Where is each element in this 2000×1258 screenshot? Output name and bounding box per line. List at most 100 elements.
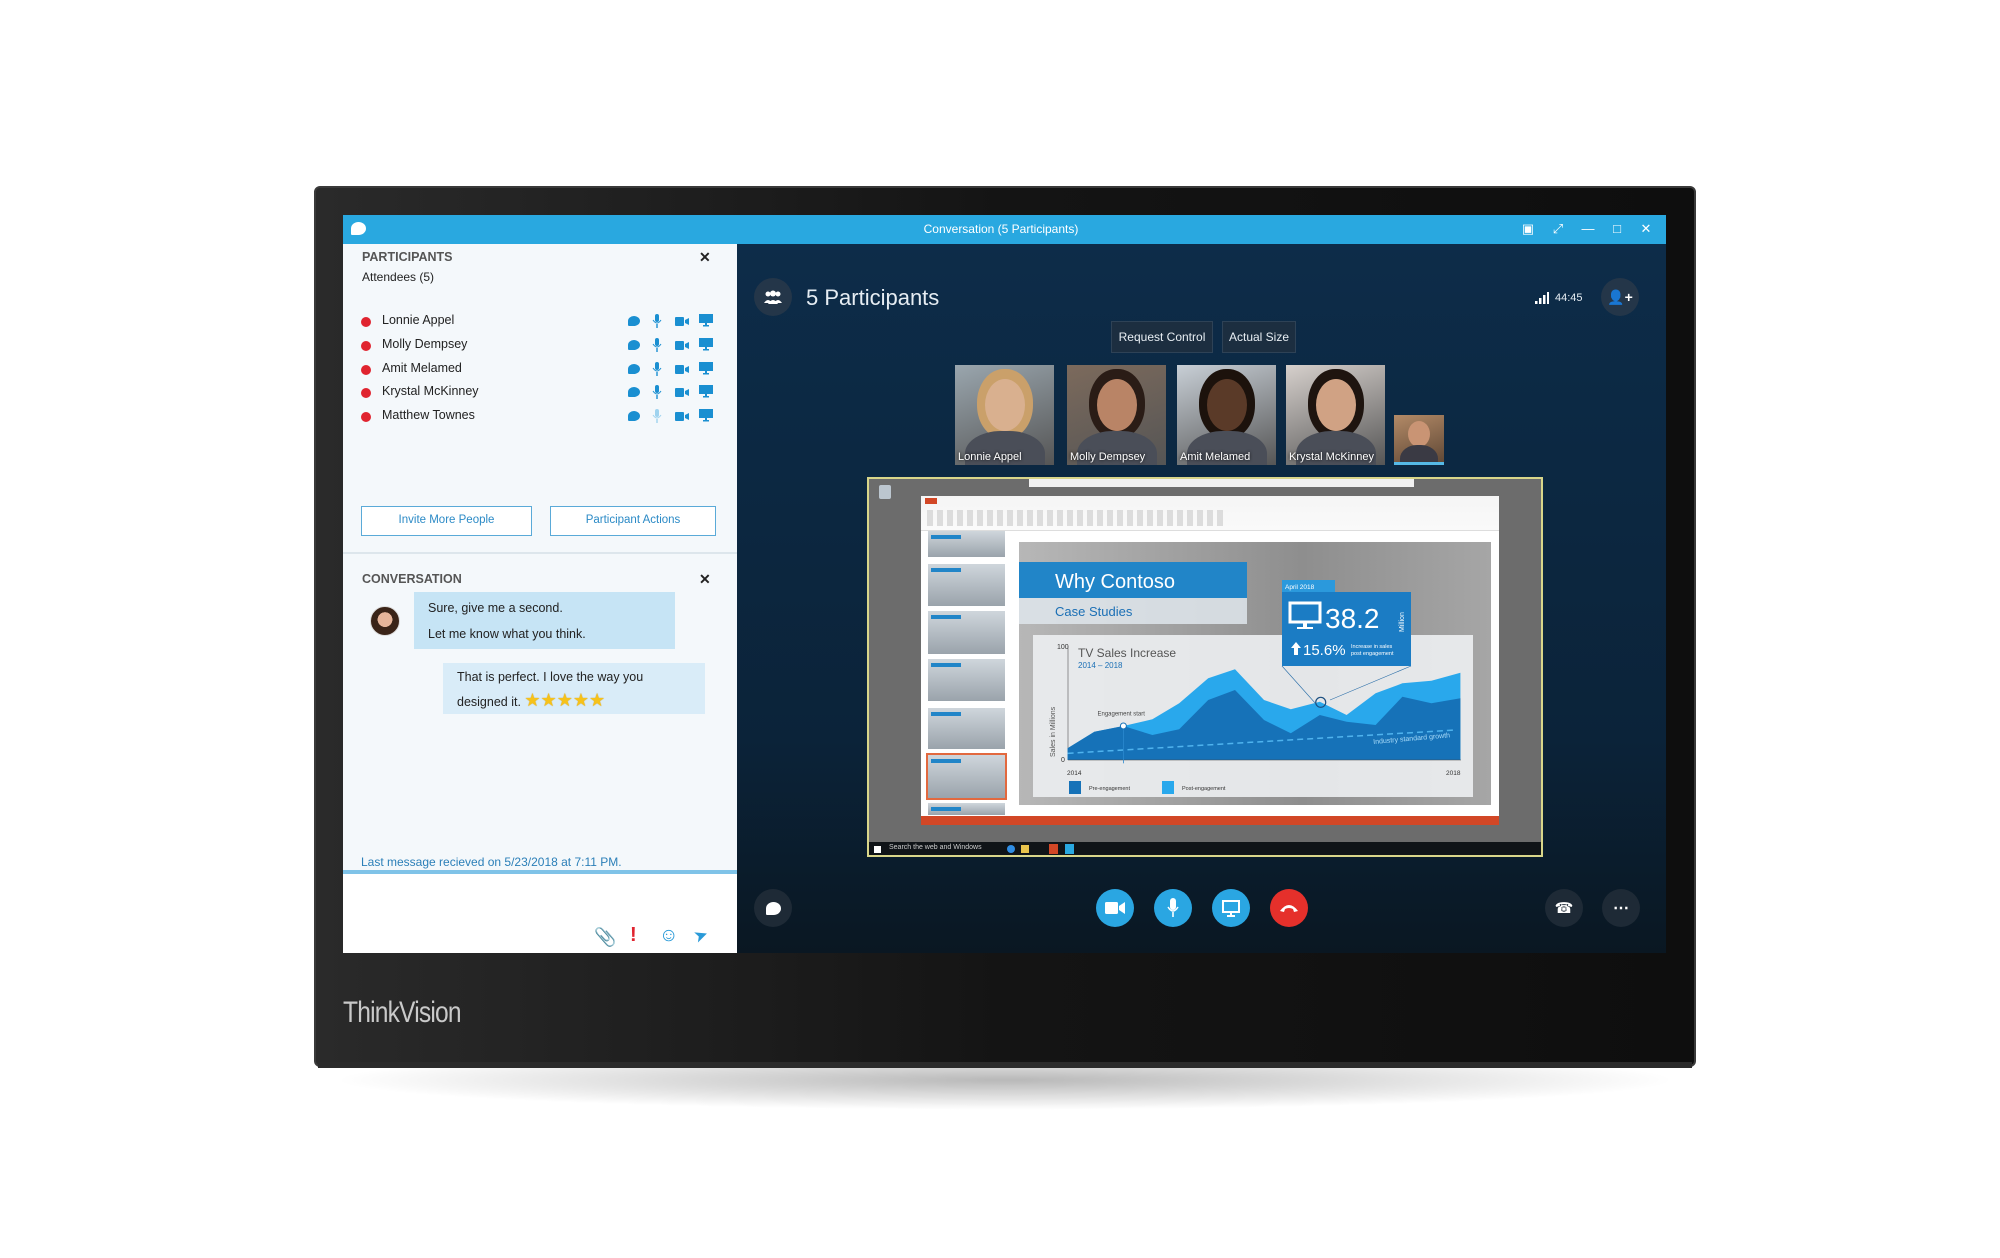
screen-share-icon[interactable] — [699, 409, 714, 423]
actual-size-button[interactable]: Actual Size — [1222, 321, 1296, 353]
call-timer: 44:45 — [1555, 292, 1583, 304]
participant-name: Krystal McKinney — [382, 384, 479, 399]
more-options-button[interactable]: ⋯ — [1602, 889, 1640, 927]
start-icon[interactable] — [874, 846, 881, 853]
minimize-icon[interactable]: — — [1580, 221, 1596, 237]
video-tile[interactable]: Lonnie Appel — [955, 365, 1054, 465]
close-conversation-icon[interactable]: ✕ — [699, 571, 711, 588]
chat-icon[interactable] — [628, 385, 642, 399]
participant-row[interactable]: Molly Dempsey — [361, 335, 721, 357]
emoji-icon[interactable]: ☺ — [659, 925, 678, 947]
stat-change: 15.6% — [1303, 642, 1346, 659]
shared-screen[interactable]: Why Contoso Case Studies TV Sales Increa… — [867, 477, 1543, 857]
video-camera-icon[interactable] — [675, 409, 690, 423]
avatar — [370, 606, 400, 636]
legend-label: Pre-engagement — [1089, 786, 1130, 792]
presence-status-icon — [361, 364, 371, 375]
slide-subtitle: Case Studies — [1055, 604, 1133, 619]
powerpoint-icon — [1049, 844, 1058, 854]
microphone-icon[interactable] — [652, 385, 666, 400]
share-screen-button[interactable] — [1212, 889, 1250, 927]
window-title: Conversation (5 Participants) — [923, 222, 1079, 236]
slide-thumbnail[interactable] — [926, 753, 1007, 800]
x-start-label: 2014 — [1067, 770, 1082, 777]
attach-icon[interactable]: 📎 — [594, 927, 616, 948]
chat-icon[interactable] — [628, 362, 642, 376]
slide-thumbnail[interactable] — [928, 708, 1005, 749]
chart-title: TV Sales Increase — [1078, 646, 1176, 660]
video-tile-name: Krystal McKinney — [1289, 451, 1374, 463]
screen-share-icon — [1222, 899, 1240, 917]
presence-status-icon — [361, 412, 371, 423]
slide-thumbnail[interactable] — [928, 803, 1005, 815]
video-tile[interactable]: Molly Dempsey — [1067, 365, 1166, 465]
slide: Why Contoso Case Studies TV Sales Increa… — [1019, 542, 1491, 805]
y-axis-label: Sales in Millions — [1050, 706, 1057, 757]
star-emoji-icons: ★★★★★ — [524, 690, 606, 710]
stat-tab-label: April 2018 — [1285, 584, 1315, 591]
microphone-icon[interactable] — [652, 337, 666, 352]
participant-row[interactable]: Lonnie Appel — [361, 311, 721, 333]
video-tile[interactable]: Amit Melamed — [1177, 365, 1276, 465]
message-input[interactable] — [343, 874, 737, 928]
participant-row[interactable]: Amit Melamed — [361, 359, 721, 381]
recycle-bin-icon — [879, 485, 891, 499]
screen-share-icon[interactable] — [699, 385, 714, 399]
conversation-heading: CONVERSATION — [362, 572, 462, 586]
fullscreen-icon[interactable]: ⤢ — [1550, 221, 1566, 237]
slide-thumbnail[interactable] — [928, 564, 1005, 606]
explorer-icon — [1021, 845, 1029, 853]
divider — [343, 552, 737, 554]
video-tile[interactable]: Krystal McKinney — [1286, 365, 1385, 465]
close-icon[interactable]: ✕ — [1638, 221, 1654, 237]
layout-icon[interactable]: ▣ — [1520, 221, 1536, 237]
video-camera-icon[interactable] — [675, 362, 690, 376]
monitor-bottom-edge — [318, 1062, 1692, 1068]
x-end-label: 2018 — [1446, 770, 1461, 777]
taskbar-search[interactable]: Search the web and Windows — [889, 844, 982, 851]
self-view[interactable] — [1394, 415, 1444, 465]
video-tile-name: Molly Dempsey — [1070, 451, 1146, 463]
call-devices-button[interactable]: ☎ — [1545, 889, 1583, 927]
chat-button[interactable] — [754, 889, 792, 927]
message-line: Let me know what you think. — [428, 627, 586, 641]
video-camera-icon[interactable] — [675, 314, 690, 328]
chat-icon[interactable] — [628, 338, 642, 352]
video-camera-icon[interactable] — [675, 385, 690, 399]
participant-row[interactable]: Matthew Townes — [361, 406, 721, 428]
phone-settings-icon: ☎ — [1554, 900, 1574, 917]
participant-actions-button[interactable]: Participant Actions — [550, 506, 716, 536]
participants-title: 5 Participants — [806, 285, 940, 310]
video-button[interactable] — [1096, 889, 1134, 927]
participants-heading: PARTICIPANTS — [362, 250, 453, 264]
participant-row[interactable]: Krystal McKinney — [361, 382, 721, 404]
message-line: Sure, give me a second. — [428, 601, 563, 615]
stat-value: 38.2 — [1325, 603, 1380, 634]
request-control-button[interactable]: Request Control — [1111, 321, 1213, 353]
maximize-icon[interactable]: □ — [1609, 221, 1625, 237]
close-participants-icon[interactable]: ✕ — [699, 249, 711, 266]
invite-more-people-button[interactable]: Invite More People — [361, 506, 532, 536]
microphone-icon[interactable] — [652, 361, 666, 376]
microphone-icon[interactable] — [652, 314, 666, 328]
chat-icon[interactable] — [628, 409, 642, 423]
screen-share-icon[interactable] — [699, 314, 714, 328]
ribbon — [921, 496, 1499, 531]
video-tile-name: Amit Melamed — [1180, 451, 1251, 463]
slide-thumbnail[interactable] — [928, 659, 1005, 701]
chat-icon[interactable] — [628, 314, 642, 328]
mic-button[interactable] — [1154, 889, 1192, 927]
screen-share-icon[interactable] — [699, 361, 714, 376]
end-call-button[interactable] — [1270, 889, 1308, 927]
chart-range: 2014 – 2018 — [1078, 661, 1123, 670]
microphone-icon[interactable] — [652, 409, 666, 424]
add-participant-button[interactable]: 👤+ — [1601, 278, 1639, 316]
participants-button[interactable] — [754, 278, 792, 316]
slide-thumbnail[interactable] — [928, 531, 1005, 557]
screen-share-icon[interactable] — [699, 337, 714, 352]
message-bubble-sent: That is perfect. I love the way you desi… — [443, 663, 705, 714]
slide-thumbnail[interactable] — [928, 611, 1005, 654]
important-icon[interactable]: ! — [630, 924, 637, 947]
participant-name: Lonnie Appel — [382, 313, 455, 327]
video-camera-icon[interactable] — [675, 338, 690, 352]
